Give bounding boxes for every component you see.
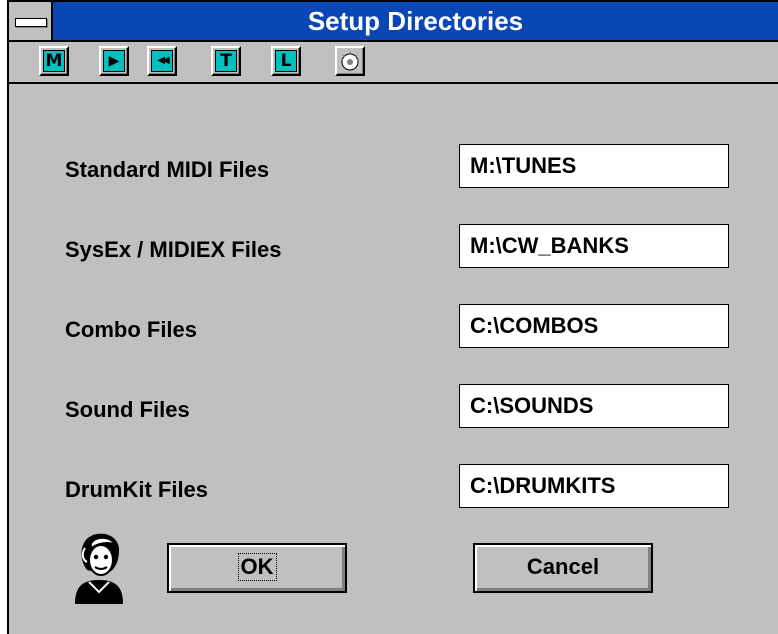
sysex-midiex-files-label: SysEx / MIDIEX Files	[65, 237, 282, 262]
setup-directories-dialog: Setup Directories M ▶ ◀◀ T L Standard MI…	[7, 0, 778, 634]
drumkit-files-input[interactable]: C:\DRUMKITS	[459, 464, 729, 508]
standard-midi-files-input[interactable]: M:\TUNES	[459, 144, 729, 188]
combo-files-label: Combo Files	[65, 317, 198, 342]
composer-portrait-icon	[75, 533, 123, 604]
l-icon: L	[275, 50, 297, 72]
sysex-midiex-files-input[interactable]: M:\CW_BANKS	[459, 224, 729, 268]
title-bar: Setup Directories	[9, 2, 778, 42]
toolbar-l-button[interactable]: L	[271, 46, 301, 76]
t-icon: T	[215, 50, 237, 72]
m-icon: M	[43, 50, 65, 72]
toolbar-stopwatch-button[interactable]	[335, 46, 365, 76]
play-icon: ▶	[103, 50, 125, 72]
window-title: Setup Directories	[307, 6, 524, 36]
sound-files-input[interactable]: C:\SOUNDS	[459, 384, 729, 428]
drumkit-files-label: DrumKit Files	[65, 477, 209, 502]
toolbar: M ▶ ◀◀ T L	[9, 42, 778, 84]
sound-files-label: Sound Files	[65, 397, 190, 422]
ok-button[interactable]: OK	[167, 543, 347, 593]
toolbar-t-button[interactable]: T	[211, 46, 241, 76]
rewind-icon: ◀◀	[151, 50, 173, 72]
ok-button-label: OK	[237, 553, 277, 581]
stopwatch-icon	[339, 50, 361, 72]
system-menu-icon	[15, 18, 47, 27]
toolbar-play-button[interactable]: ▶	[99, 46, 129, 76]
combo-files-input[interactable]: C:\COMBOS	[459, 304, 729, 348]
system-menu-button[interactable]	[9, 2, 53, 40]
cancel-button-label: Cancel	[526, 554, 600, 579]
cancel-button[interactable]: Cancel	[473, 543, 653, 593]
toolbar-m-button[interactable]: M	[39, 46, 69, 76]
standard-midi-files-label: Standard MIDI Files	[65, 157, 270, 182]
toolbar-rewind-button[interactable]: ◀◀	[147, 46, 177, 76]
